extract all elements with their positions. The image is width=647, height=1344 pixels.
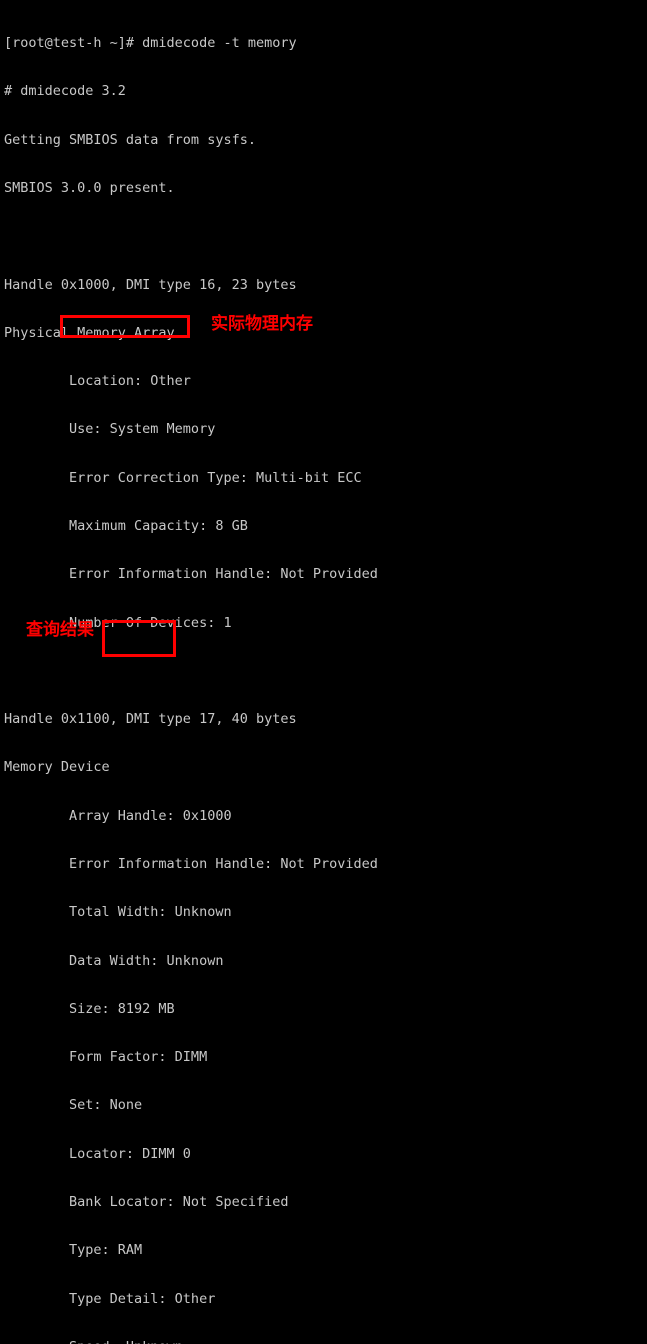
annotation-label-query-result: 查询结果 [26,620,94,640]
terminal-output: [root@test-h ~]# dmidecode -t memory # d… [0,0,647,1344]
terminal-line: Handle 0x1000, DMI type 16, 23 bytes [4,276,297,293]
terminal-line: Total Width: Unknown [4,904,232,921]
terminal-line: Number Of Devices: 1 [4,614,232,631]
terminal-line: Data Width: Unknown [4,952,224,969]
terminal-line: Array Handle: 0x1000 [4,807,232,824]
terminal-line: SMBIOS 3.0.0 present. [4,180,175,197]
terminal-line: Type Detail: Other [4,1290,216,1307]
terminal-line: [root@test-h ~]# dmidecode -t memory [4,35,297,52]
terminal-line: Physical Memory Array [4,324,175,341]
terminal-line: Error Information Handle: Not Provided [4,566,378,583]
terminal-line: Bank Locator: Not Specified [4,1193,289,1210]
terminal-line: Type: RAM [4,1242,143,1259]
terminal-line: Location: Other [4,373,191,390]
terminal-line: Form Factor: DIMM [4,1049,208,1066]
terminal-line-size: Size: 8192 MB [4,1000,175,1017]
terminal-line: Maximum Capacity: 8 GB [4,518,248,534]
terminal-line: Error Correction Type: Multi-bit ECC [4,469,362,486]
terminal-line: Locator: DIMM 0 [4,1145,191,1162]
terminal-line: Error Information Handle: Not Provided [4,855,378,872]
terminal-line: Memory Device [4,759,110,776]
terminal-line: # dmidecode 3.2 [4,83,126,100]
terminal-line: Set: None [4,1097,143,1114]
annotation-label-physical-memory: 实际物理内存 [211,314,313,334]
terminal-line: Speed: Unknown [4,1339,647,1344]
terminal-line: Getting SMBIOS data from sysfs. [4,131,256,148]
terminal-line: Handle 0x1100, DMI type 17, 40 bytes [4,711,297,728]
terminal-line: Use: System Memory [4,421,216,438]
